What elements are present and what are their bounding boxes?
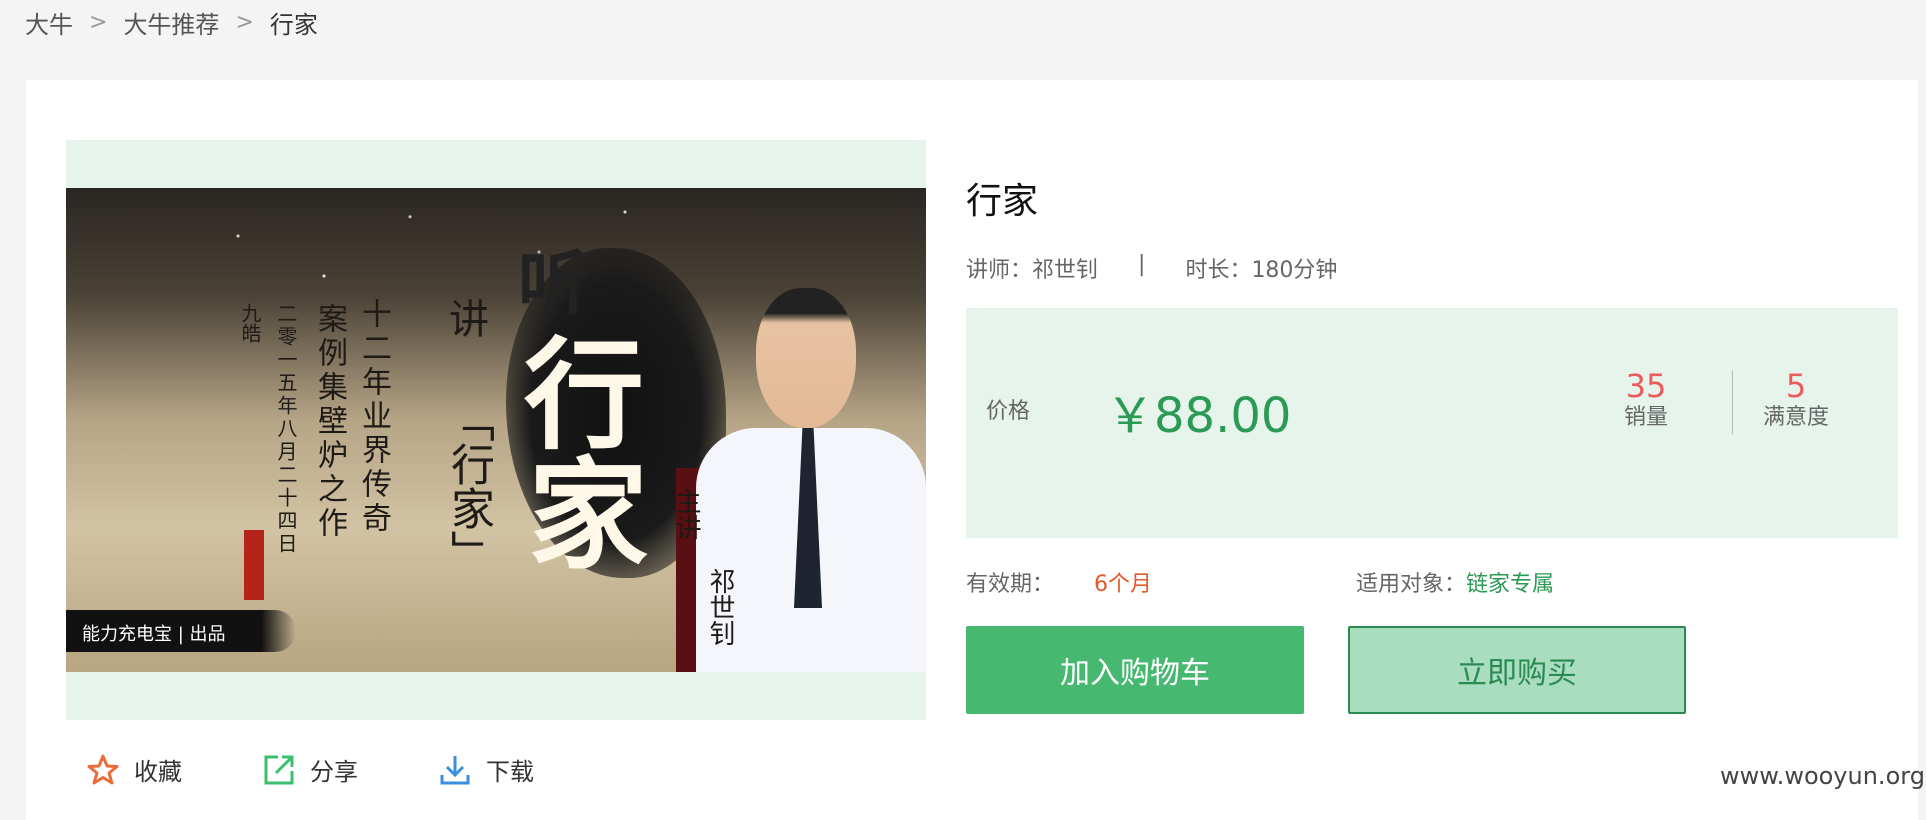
cover-calligraphy-4: 九皓: [238, 303, 262, 343]
favorite-label: 收藏: [134, 758, 182, 786]
cover-calligraphy-1: 十二年业界传奇: [356, 298, 391, 536]
presenter-head: [756, 288, 856, 428]
breadcrumb-separator: >: [89, 9, 108, 35]
audience-row: 适用对象：链家专属: [1356, 566, 1554, 598]
share-label: 分享: [310, 758, 358, 786]
add-to-cart-button[interactable]: 加入购物车: [966, 626, 1304, 714]
cover-frame: 听 行 家 讲 「行家」 十二年业界传奇 案例集壁炉之作 二零一五年八月二十四日…: [66, 140, 926, 720]
product-card: 听 行 家 讲 「行家」 十二年业界传奇 案例集壁炉之作 二零一五年八月二十四日…: [26, 80, 1918, 820]
breadcrumb-separator: >: [235, 9, 254, 35]
stat-divider: [1732, 370, 1733, 434]
product-title: 行家: [966, 181, 1039, 222]
cover-host-name: 祁世钊: [705, 568, 735, 646]
share-action[interactable]: 分享: [262, 752, 358, 787]
watermark: www.wooyun.org: [1720, 762, 1925, 790]
share-icon: [264, 755, 294, 784]
buy-now-button[interactable]: 立即购买: [1348, 626, 1686, 714]
audience-value: 链家专属: [1466, 572, 1555, 597]
satisfaction-score: 5: [1785, 367, 1807, 405]
red-seal-stamp: [244, 530, 264, 600]
audience-label: 适用对象：: [1356, 572, 1467, 597]
star-icon: [87, 754, 119, 784]
cover-host-label: 主讲: [671, 488, 701, 540]
satisfaction-label: 满意度: [1762, 405, 1829, 430]
sales-stat: 35 销量: [1606, 368, 1686, 432]
teacher-label: 讲师：祁世钊: [966, 258, 1099, 283]
cover-talk-text: 讲: [442, 298, 488, 338]
cover-calligraphy-2: 案例集壁炉之作: [312, 303, 347, 541]
breadcrumb-item-recommend[interactable]: 大牛推荐: [123, 5, 219, 40]
download-icon: [440, 755, 470, 784]
breadcrumb: 大牛 > 大牛推荐 > 行家: [25, 4, 318, 40]
price-label: 价格: [986, 399, 1031, 424]
favorite-action[interactable]: 收藏: [86, 752, 182, 787]
price-value: ￥88.00: [1106, 388, 1292, 444]
cover-title-big-2: 家: [528, 445, 648, 586]
breadcrumb-item-current: 行家: [269, 10, 318, 39]
sales-label: 销量: [1623, 405, 1668, 430]
breadcrumb-item-daniu[interactable]: 大牛: [25, 5, 73, 40]
action-row: 收藏 分享 下载: [86, 752, 614, 787]
validity-value: 6个月: [1094, 572, 1153, 597]
price-panel: 价格 ￥88.00 35 销量 5 满意度: [966, 308, 1898, 538]
validity-row: 有效期： 6个月: [966, 566, 1152, 598]
cover-talk-subject: 「行家」: [443, 398, 494, 574]
cover-brand: 能力充电宝 | 出品: [82, 624, 226, 645]
satisfaction-stat: 5 满意度: [1746, 368, 1846, 432]
course-cover-image: 听 行 家 讲 「行家」 十二年业界传奇 案例集壁炉之作 二零一五年八月二十四日…: [66, 188, 926, 672]
meta-separator: |: [1138, 252, 1146, 277]
download-label: 下载: [486, 758, 534, 786]
product-meta: 讲师：祁世钊 | 时长：180分钟: [966, 252, 1337, 284]
sales-count: 35: [1625, 367, 1667, 405]
download-action[interactable]: 下载: [438, 752, 534, 787]
duration-label: 时长：180分钟: [1185, 258, 1338, 283]
cover-calligraphy-3: 二零一五年八月二十四日: [274, 303, 298, 556]
validity-label: 有效期：: [966, 572, 1055, 597]
